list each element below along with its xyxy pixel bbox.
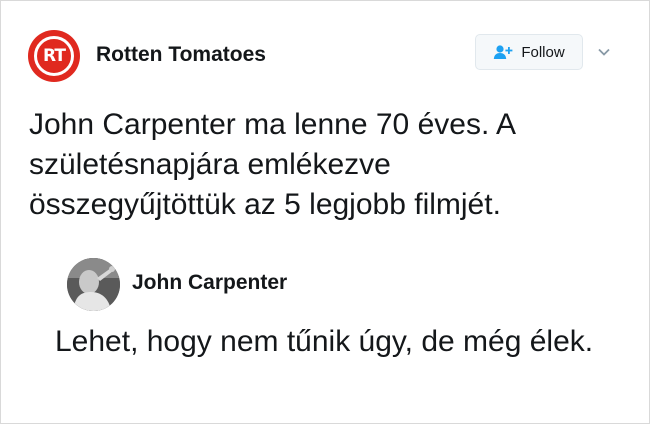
quote-avatar[interactable] bbox=[67, 258, 120, 311]
account-avatar[interactable]: RT bbox=[28, 30, 80, 82]
chevron-down-icon[interactable] bbox=[597, 45, 611, 59]
quote-text: Lehet, hogy nem tűnik úgy, de még élek. bbox=[55, 325, 594, 358]
quote-author-name[interactable]: John Carpenter bbox=[132, 271, 287, 295]
account-name[interactable]: Rotten Tomatoes bbox=[96, 43, 266, 67]
tweet-line: John Carpenter ma lenne 70 éves. A bbox=[29, 108, 516, 141]
tweet-line: születésnapjára emlékezve bbox=[29, 148, 391, 181]
tweet-card: RT Rotten Tomatoes Follow John Carpenter… bbox=[0, 0, 650, 424]
tweet-line: összegyűjtöttük az 5 legjobb filmjét. bbox=[29, 188, 501, 221]
follow-label: Follow bbox=[521, 43, 565, 61]
follow-button[interactable]: Follow bbox=[475, 34, 583, 70]
add-user-icon bbox=[493, 44, 513, 60]
tweet-text: John Carpenter ma lenne 70 éves. A szüle… bbox=[29, 105, 609, 225]
avatar-logo-text: RT bbox=[34, 36, 74, 76]
